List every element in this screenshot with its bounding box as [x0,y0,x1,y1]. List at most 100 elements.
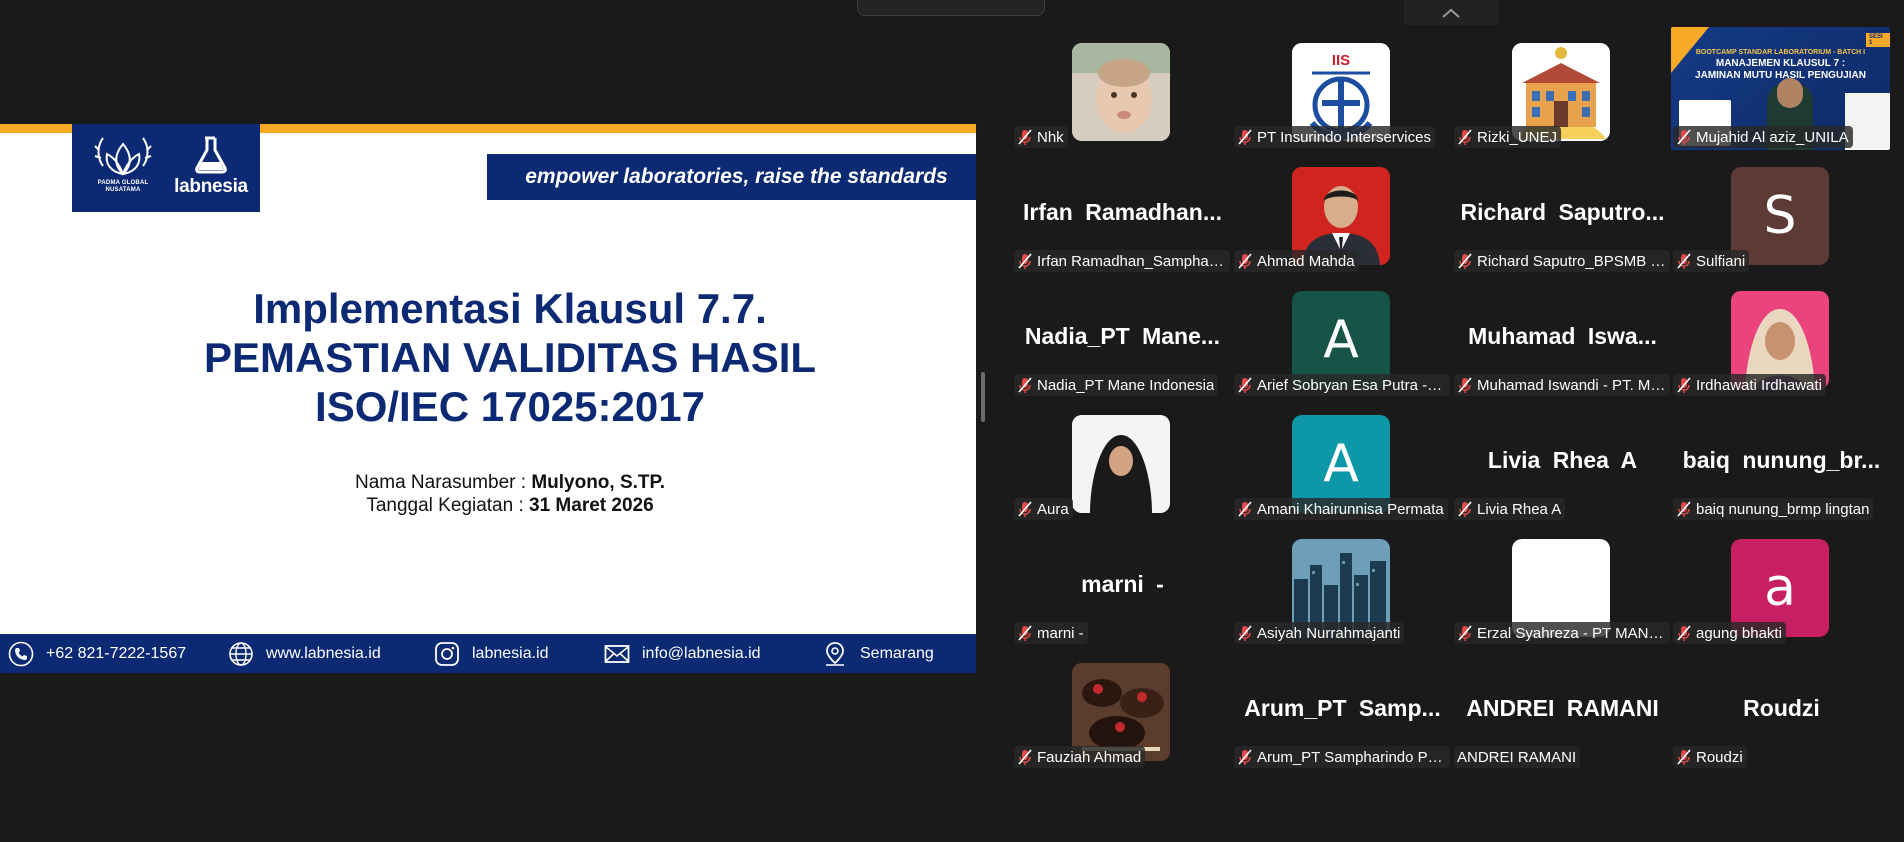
mini-slide-line-3: JAMINAN MUTU HASIL PENGUJIAN [1695,70,1866,81]
mic-muted-icon [1677,128,1691,145]
participant-name: Rizki_UNEJ [1477,128,1558,146]
participant-name-label: Roudzi [1673,746,1747,768]
phone-icon [8,641,34,666]
slide-title-line-2: PEMASTIAN VALIDITAS HASIL [203,334,817,381]
participant-name-label: Amani Khairunnisa Permata [1234,498,1448,520]
participant-name: Arief Sobryan Esa Putra - PT Mane [1257,376,1446,394]
footer-web-text: www.labnesia.id [266,644,381,662]
participant-tile[interactable]: Nhk [1012,27,1233,151]
participant-name: ANDREI RAMANI [1457,748,1577,766]
participant-tile[interactable]: A Amani Khairunnisa Permata [1232,399,1453,523]
participant-name-label: Nhk [1014,126,1068,148]
participant-name: agung bhakti [1696,624,1782,642]
participant-tile[interactable]: Roudzi Roudzi [1671,647,1892,771]
instagram-icon [435,641,459,666]
participant-name-label: marni - [1014,622,1088,644]
padma-logo-line-1: PADMA GLOBAL [97,180,149,186]
padma-global-logo: PADMA GLOBAL NUSATAMA [82,136,164,208]
participant-tile[interactable]: A Arief Sobryan Esa Putra - PT Mane [1232,275,1453,399]
participant-tile[interactable]: Irfan Ramadhan... Irfan Ramadhan_Samphari… [1012,151,1233,275]
participant-tile[interactable]: a agung bhakti [1671,523,1892,647]
participant-name-label: Ahmad Mahda [1234,250,1359,272]
speaker-value: Mulyono, S.TP. [531,472,666,493]
participant-tile[interactable]: Fauziah Ahmad [1012,647,1233,771]
participant-tile[interactable]: Asiyah Nurrahmajanti [1232,523,1453,647]
session-badge: SESI 1 [1866,33,1890,47]
slide-tagline: empower laboratories, raise the standard… [487,154,976,200]
participant-name: Nadia_PT Mane Indonesia [1037,376,1215,394]
meeting-controls-tab[interactable] [857,0,1045,16]
speaker-line: Nama Narasumber : Mulyono, S.TP. [0,471,976,494]
participant-display-name: Richard Saputro... [1460,199,1665,225]
participant-tile[interactable]: Ahmad Mahda [1232,151,1453,275]
avatar-initial: A [1323,434,1359,494]
participant-tile[interactable]: Arum_PT Samp... Arum_PT Sampharindo Perda… [1232,647,1453,771]
participant-name: Nhk [1037,128,1064,146]
chevron-up-icon [1442,8,1460,18]
participant-name: Erzal Syahreza - PT MANE Indonesia [1477,624,1666,642]
mic-muted-icon [1677,376,1691,393]
participant-tile[interactable]: SESI 1 BOOTCAMP STANDAR LABORATORIUM - B… [1671,27,1892,151]
participant-display-name: Livia Rhea A [1487,447,1638,473]
participant-tile[interactable]: Muhamad Iswa... Muhamad Iswandi - PT. Man… [1452,275,1673,399]
participant-tile[interactable]: Rizki_UNEJ [1452,27,1673,151]
participant-name: Muhamad Iswandi - PT. Mane [1477,376,1666,394]
child-photo [1072,43,1170,141]
participant-tile[interactable]: Erzal Syahreza - PT MANE Indonesia [1452,523,1673,647]
participant-name-label: Mujahid Al aziz_UNILA [1673,126,1853,148]
participant-name-label: baiq nunung_brmp lingtan [1673,498,1874,520]
participant-display-name: baiq nunung_br... [1682,447,1881,473]
flask-icon [195,136,227,174]
participant-name-label: Asiyah Nurrahmajanti [1234,622,1405,644]
footer-phone: +62 821-7222-1567 [8,634,186,673]
participant-name-label: Aura [1014,498,1073,520]
footer-email: info@labnesia.id [604,634,761,673]
collapse-gallery-button[interactable] [1404,0,1498,25]
participant-tile[interactable]: Aura [1012,399,1233,523]
participant-name-label: Richard Saputro_BPSMB Lampung [1454,250,1670,272]
mic-muted-icon [1018,624,1032,641]
participant-name: Aura [1037,500,1069,518]
location-pin-icon [826,641,844,666]
slide-footer: +62 821-7222-1567 www.labnesia.id labnes… [0,634,976,673]
mic-muted-icon [1238,500,1252,517]
avatar-initial: S [1763,186,1797,246]
globe-icon [229,641,253,666]
participant-name-label: Erzal Syahreza - PT MANE Indonesia [1454,622,1670,644]
participant-name: Asiyah Nurrahmajanti [1257,624,1401,642]
resize-handle[interactable] [981,372,985,422]
participant-name-label: Fauziah Ahmad [1014,746,1146,768]
participant-display-name: ANDREI RAMANI [1466,695,1659,721]
shared-screen: PADMA GLOBAL NUSATAMA labnesia empower l… [0,124,976,673]
participant-tile[interactable]: ANDREI RAMANI ANDREI RAMANI [1452,647,1673,771]
participant-name-label: Arief Sobryan Esa Putra - PT Mane [1234,374,1450,396]
participant-tile[interactable]: baiq nunung_br...baiq nunung_brmp lingta… [1671,399,1892,523]
participant-tile[interactable]: Nadia_PT Mane... Nadia_PT Mane Indonesia [1012,275,1233,399]
avatar [1072,415,1170,513]
labnesia-wordmark: labnesia [174,176,248,197]
participant-name: Irfan Ramadhan_Sampharindo [1037,252,1226,270]
participant-name-label: Arum_PT Sampharindo Perdana [1234,746,1450,768]
mic-muted-icon [1238,376,1252,393]
svg-text:IIS: IIS [1332,52,1350,69]
participant-display-name: marni - [1081,571,1164,597]
participant-name-label: agung bhakti [1673,622,1786,644]
participant-tile[interactable]: IIS PT Insurindo Interservices [1232,27,1453,151]
participant-tile[interactable]: marni - marni - [1012,523,1233,647]
mic-muted-icon [1458,252,1472,269]
participant-tile[interactable]: Irdhawati Irdhawati [1671,275,1892,399]
date-value: 31 Maret 2026 [529,495,654,516]
participant-name-label: ANDREI RAMANI [1454,746,1581,768]
participant-tile[interactable]: Richard Saputro... Richard Saputro_BPSMB … [1452,151,1673,275]
participant-name: PT Insurindo Interservices [1257,128,1431,146]
footer-location-text: Semarang [860,644,934,662]
date-label: Tanggal Kegiatan : [366,495,530,516]
slide-meta: Nama Narasumber : Mulyono, S.TP. Tanggal… [0,471,976,517]
participant-name-label: Irfan Ramadhan_Sampharindo [1014,250,1230,272]
footer-instagram-text: labnesia.id [472,644,549,662]
participant-tile[interactable]: Livia Rhea A Livia Rhea A [1452,399,1673,523]
participant-tile[interactable]: S Sulfiani [1671,151,1892,275]
participant-name-label: Muhamad Iswandi - PT. Mane [1454,374,1670,396]
footer-web: www.labnesia.id [228,634,381,673]
participant-display-name: Nadia_PT Mane... [1024,323,1221,349]
